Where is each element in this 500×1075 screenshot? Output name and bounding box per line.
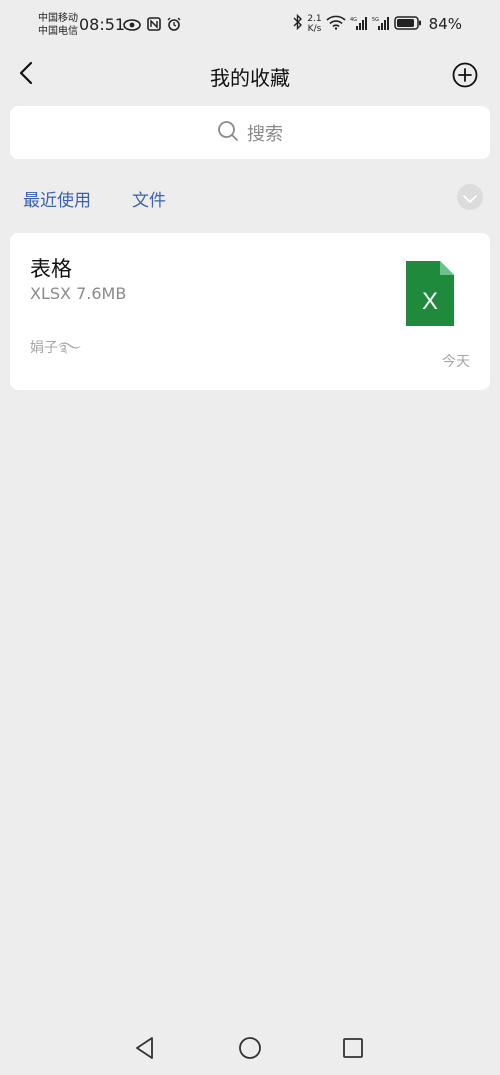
carrier-1: 中国移动 <box>38 13 78 24</box>
net-speed: 2.1 K/s <box>307 14 321 34</box>
carrier-info: 中国移动 中国电信 <box>38 12 78 38</box>
bluetooth-icon <box>293 13 303 34</box>
chevron-down-icon <box>463 188 477 207</box>
status-icons-left <box>123 16 181 35</box>
status-bar: 中国移动 中国电信 08:51 2.1 K/s 4G 5G 84% <box>0 0 500 50</box>
expand-filters-button[interactable] <box>457 184 483 210</box>
excel-file-icon: X <box>406 261 454 326</box>
svg-text:X: X <box>422 288 438 315</box>
filter-bar: 最近使用 文件 <box>0 180 500 214</box>
file-date: 今天 <box>442 354 470 370</box>
back-triangle-icon <box>133 1037 157 1065</box>
file-meta: XLSX 7.6MB <box>30 284 127 303</box>
battery-icon <box>393 15 422 34</box>
nfc-icon <box>147 16 161 35</box>
search-input[interactable]: 搜索 <box>10 106 490 159</box>
nav-back-button[interactable] <box>133 1035 163 1065</box>
file-source: 娟子࿐ <box>30 340 81 356</box>
filter-file[interactable]: 文件 <box>132 186 166 211</box>
net-speed-value: 2.1 <box>307 14 322 24</box>
eye-icon <box>123 16 141 35</box>
search-placeholder: 搜索 <box>247 123 283 145</box>
app-header: 我的收藏 <box>0 52 500 98</box>
add-favorite-button[interactable] <box>452 62 478 88</box>
status-icons-right: 2.1 K/s 4G 5G 84% <box>293 13 462 34</box>
file-title: 表格 <box>30 257 72 281</box>
favorite-item[interactable]: 表格 XLSX 7.6MB X 娟子࿐ 今天 <box>10 233 490 390</box>
alarm-icon <box>167 16 181 35</box>
home-circle-icon <box>237 1037 263 1065</box>
carrier-2: 中国电信 <box>38 26 78 37</box>
svg-text:4G: 4G <box>350 17 357 23</box>
search-icon <box>217 120 239 146</box>
system-nav-bar <box>0 1035 500 1075</box>
filter-recent[interactable]: 最近使用 <box>23 186 91 211</box>
battery-percent: 84% <box>428 15 462 33</box>
signal-icon: 5G <box>372 15 390 34</box>
nav-home-button[interactable] <box>237 1035 267 1065</box>
net-speed-unit: K/s <box>307 24 322 34</box>
page-title: 我的收藏 <box>210 66 290 90</box>
signal-icon: 4G <box>350 15 368 34</box>
svg-text:5G: 5G <box>372 17 379 23</box>
recents-square-icon <box>341 1038 365 1065</box>
plus-circle-icon <box>452 62 478 92</box>
nav-recents-button[interactable] <box>341 1035 371 1065</box>
status-time: 08:51 <box>79 15 126 34</box>
wifi-icon <box>326 15 346 34</box>
